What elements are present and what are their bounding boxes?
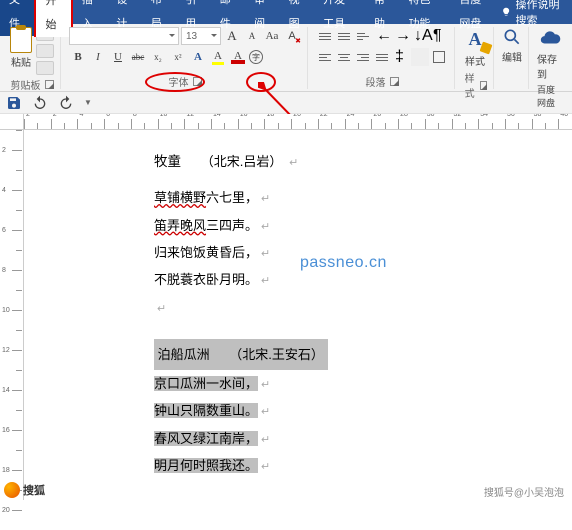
- ribbon: 粘贴 剪贴板 13 A A Aa A✖ B I: [0, 24, 572, 92]
- tell-me-label: 操作说明搜索: [516, 0, 565, 28]
- grow-font-button[interactable]: A: [223, 27, 241, 45]
- styles-button[interactable]: A 样式: [463, 27, 487, 68]
- poem1-title: 牧童: [154, 154, 181, 169]
- group-editing: 编辑: [496, 27, 529, 89]
- align-center-button[interactable]: [335, 48, 353, 66]
- highlight-button[interactable]: A: [209, 48, 227, 66]
- poem1-author: （北宋.吕岩）: [201, 154, 283, 169]
- vertical-ruler[interactable]: 2468101214161820: [0, 130, 24, 500]
- editing-button[interactable]: 编辑: [502, 27, 522, 64]
- sohu-text: 搜狐: [23, 482, 45, 498]
- paste-label: 粘贴: [11, 54, 31, 69]
- find-icon: [502, 27, 522, 47]
- bulb-icon: [501, 5, 511, 19]
- poem2-author: （北宋.王安石）: [229, 347, 324, 362]
- strike-button[interactable]: abc: [129, 48, 147, 66]
- return-mark: ↵: [289, 157, 298, 169]
- justify-button[interactable]: [373, 48, 391, 66]
- ruler-corner: [0, 114, 24, 130]
- copy-button[interactable]: [36, 44, 54, 58]
- numbering-button[interactable]: [335, 27, 353, 45]
- poem1-title-line: 牧童 （北宋.吕岩） ↵: [154, 148, 572, 176]
- paragraph-caption: 段落: [366, 74, 386, 89]
- sort-button[interactable]: ↓A: [411, 27, 429, 45]
- menu-bar: 文件 开始 插入 设计 布局 引用 邮件 审阅 视图 开发工具 帮助 特色功能 …: [0, 0, 572, 24]
- enclose-button[interactable]: 字: [249, 50, 263, 64]
- shading-button[interactable]: [411, 48, 429, 66]
- clipboard-icon: [10, 27, 32, 53]
- change-case-button[interactable]: Aa: [263, 27, 281, 45]
- multilevel-button[interactable]: [354, 27, 372, 45]
- align-left-button[interactable]: [316, 48, 334, 66]
- bold-button[interactable]: B: [69, 48, 87, 66]
- font-color-button[interactable]: A: [229, 48, 247, 66]
- p1l2b: 三四声。: [206, 218, 258, 233]
- sohu-fox-icon: [4, 482, 20, 498]
- group-font: 13 A A Aa A✖ B I U abc x₂ x² A A A 字 字体: [63, 27, 308, 89]
- italic-button[interactable]: I: [89, 48, 107, 66]
- font-name-combo[interactable]: [69, 27, 179, 45]
- subscript-button[interactable]: x₂: [149, 48, 167, 66]
- p1l4: 不脱蓑衣卧月明。: [154, 272, 258, 287]
- p2l4: 明月何时照我还。: [154, 458, 258, 473]
- p2l1: 京口瓜洲一水间，: [154, 376, 258, 391]
- clipboard-caption: 剪贴板: [11, 77, 41, 92]
- save-baidu-button[interactable]: 保存到 百度网盘: [537, 27, 562, 109]
- font-size-combo[interactable]: 13: [181, 27, 221, 45]
- decrease-indent-button[interactable]: ←: [373, 27, 391, 45]
- horizontal-ruler[interactable]: 2246810121416182022242628303234363840: [24, 114, 572, 130]
- format-painter-button[interactable]: [36, 61, 54, 75]
- editing-label: 编辑: [502, 49, 522, 64]
- document-area[interactable]: 牧童 （北宋.吕岩） ↵ 草铺横野六七里，↵ 笛弄晚风三四声。↵ 归来饱饭黄昏后…: [24, 130, 572, 486]
- borders-button[interactable]: [433, 51, 445, 63]
- font-caption: 字体: [169, 74, 189, 89]
- group-paragraph: ← → ↓A ¶ ‡ 段落: [310, 27, 455, 89]
- footer-credit: 搜狐号@小吴泡泡: [482, 484, 566, 499]
- line-spacing-button[interactable]: ‡: [392, 48, 410, 66]
- save-sub: 百度网盘: [537, 83, 562, 109]
- p2l2: 钟山只隔数重山。: [154, 403, 258, 418]
- shrink-font-button[interactable]: A: [243, 27, 261, 45]
- superscript-button[interactable]: x²: [169, 48, 187, 66]
- watermark: passneo.cn: [300, 254, 387, 272]
- bullets-button[interactable]: [316, 27, 334, 45]
- sohu-logo: 搜狐: [4, 482, 45, 498]
- styles-label: 样式: [465, 53, 485, 68]
- paragraph-launcher-icon[interactable]: [390, 77, 399, 86]
- p1l2a: 笛弄晚风: [154, 218, 206, 233]
- undo-icon[interactable]: [32, 95, 48, 111]
- poem2-title-line: 泊船瓜洲 （北宋.王安石）: [154, 339, 328, 370]
- show-marks-button[interactable]: ¶: [430, 27, 448, 45]
- text-effect-button[interactable]: A: [189, 48, 207, 66]
- menu-home[interactable]: 开始: [34, 0, 72, 37]
- save-label: 保存到: [537, 51, 562, 81]
- p2l3: 春风又绿江南岸，: [154, 431, 258, 446]
- styles-caption: 样式: [463, 70, 476, 100]
- underline-button[interactable]: U: [109, 48, 127, 66]
- qa-dropdown-icon[interactable]: ▼: [84, 98, 92, 107]
- save-icon[interactable]: [6, 95, 22, 111]
- document-content: 牧童 （北宋.吕岩） ↵ 草铺横野六七里，↵ 笛弄晚风三四声。↵ 归来饱饭黄昏后…: [24, 130, 572, 479]
- clipboard-launcher-icon[interactable]: [45, 80, 54, 89]
- cloud-save-icon: [539, 27, 561, 49]
- clear-format-button[interactable]: A✖: [283, 27, 301, 45]
- poem2-title: 泊船瓜洲: [158, 347, 210, 362]
- p1l1b: 六七里，: [206, 190, 258, 205]
- styles-launcher-icon[interactable]: [480, 81, 487, 90]
- group-styles: A 样式 样式: [457, 27, 494, 89]
- font-launcher-icon[interactable]: [193, 77, 202, 86]
- paste-button[interactable]: 粘贴: [10, 27, 32, 69]
- tell-me[interactable]: 操作说明搜索: [501, 0, 572, 28]
- group-save: 保存到 百度网盘 保存: [531, 27, 568, 89]
- p1l3: 归来饱饭黄昏后，: [154, 245, 258, 260]
- p1l1a: 草铺横野: [154, 190, 206, 205]
- redo-icon[interactable]: [58, 95, 74, 111]
- increase-indent-button[interactable]: →: [392, 27, 410, 45]
- align-right-button[interactable]: [354, 48, 372, 66]
